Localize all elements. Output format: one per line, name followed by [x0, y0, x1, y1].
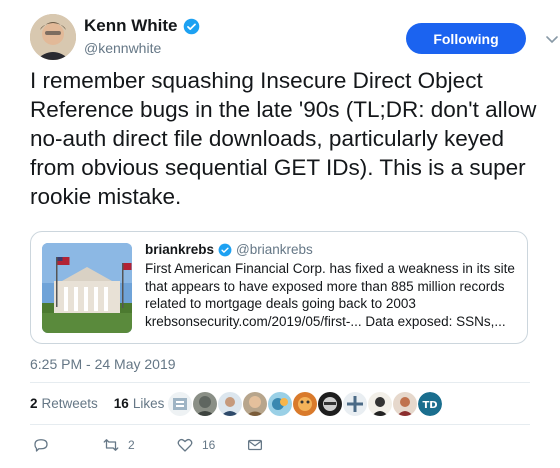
quoted-tweet[interactable]: briankrebs @briankrebs First American Fi… [30, 231, 528, 344]
quoted-text: First American Financial Corp. has fixed… [145, 261, 515, 329]
tweet-text: I remember squashing Insecure Direct Obj… [30, 68, 537, 209]
author-info: Kenn White @kennwhite [84, 16, 200, 56]
avatar[interactable] [318, 392, 342, 416]
avatar[interactable] [218, 392, 242, 416]
author-display-name[interactable]: Kenn White [84, 16, 178, 36]
avatar[interactable] [193, 392, 217, 416]
chevron-down-icon[interactable] [545, 32, 559, 46]
avatar[interactable] [393, 392, 417, 416]
likes-label: Likes [132, 396, 165, 411]
heart-icon [177, 438, 193, 452]
divider [30, 382, 530, 383]
mail-icon [247, 439, 263, 451]
following-button[interactable]: Following [406, 23, 526, 54]
avatar[interactable]: TD [418, 392, 442, 416]
avatar[interactable] [368, 392, 392, 416]
author-avatar[interactable] [30, 14, 76, 60]
tweet-actions: 2 16 [30, 436, 530, 456]
tweet-stats: 2 Retweets 16 Likes [30, 396, 180, 411]
quoted-handle[interactable]: @briankrebs [236, 242, 313, 257]
liker-avatars: TD [168, 392, 442, 416]
like-count: 16 [202, 438, 216, 452]
tweet-timestamp[interactable]: 6:25 PM - 24 May 2019 [30, 356, 176, 372]
avatar[interactable] [293, 392, 317, 416]
retweets-label: Retweets [41, 396, 98, 411]
retweet-count: 2 [128, 438, 135, 452]
quoted-display-name[interactable]: briankrebs [145, 242, 214, 257]
verified-icon [218, 243, 232, 256]
author-handle[interactable]: @kennwhite [84, 40, 200, 56]
likes-count: 16 [113, 396, 129, 411]
avatar[interactable] [168, 392, 192, 416]
quoted-tweet-image [42, 243, 132, 333]
likes-stat[interactable]: 16 Likes [114, 396, 165, 411]
retweets-stat[interactable]: 2 Retweets [30, 396, 98, 411]
retweet-icon [103, 439, 119, 451]
retweet-button[interactable]: 2 [102, 436, 135, 454]
svg-text:TD: TD [422, 400, 437, 411]
verified-icon [183, 18, 199, 34]
divider [30, 424, 530, 425]
tweet-header: Kenn White @kennwhite Following [30, 14, 558, 64]
avatar[interactable] [243, 392, 267, 416]
like-button[interactable]: 16 [176, 436, 215, 454]
avatar[interactable] [343, 392, 367, 416]
reply-button[interactable] [32, 436, 58, 454]
reply-icon [34, 439, 48, 452]
avatar[interactable] [268, 392, 292, 416]
direct-message-button[interactable] [246, 436, 264, 454]
retweets-count: 2 [30, 396, 38, 411]
